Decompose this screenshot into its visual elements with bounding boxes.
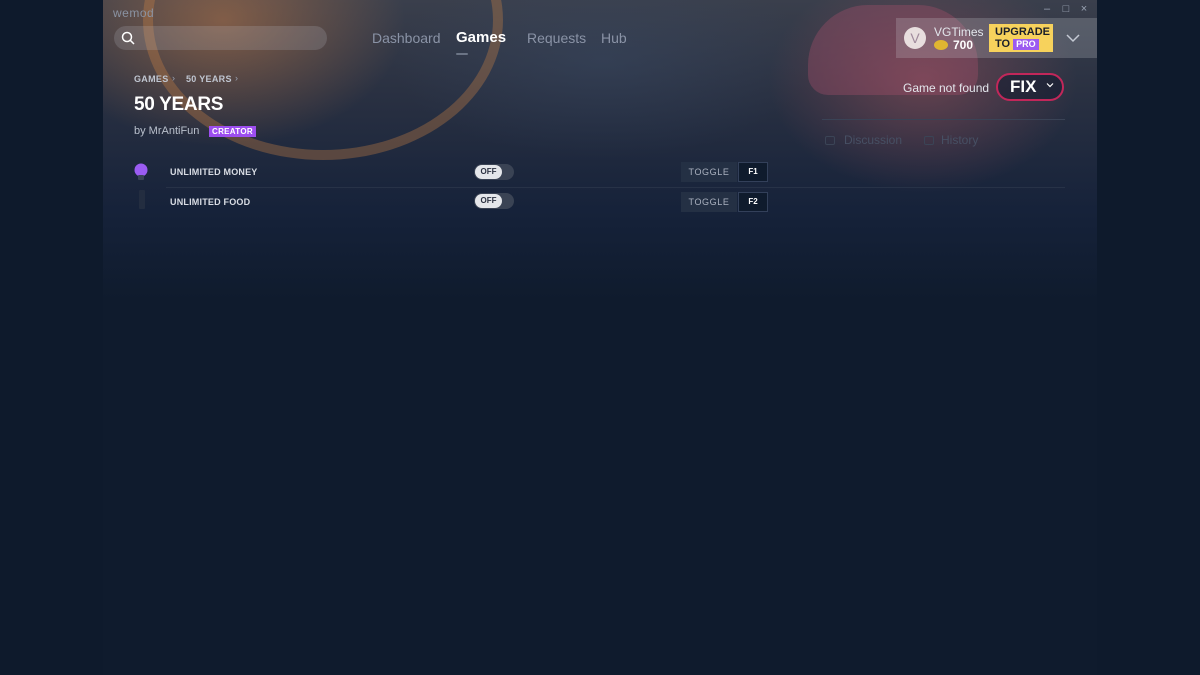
chevron-down-icon[interactable] bbox=[1066, 31, 1080, 45]
tab-requests[interactable]: Requests bbox=[527, 30, 586, 46]
upgrade-pro-button[interactable]: UPGRADE TO PRO bbox=[989, 24, 1053, 52]
coin-balance: 700 bbox=[953, 38, 974, 52]
cheat-name: UNLIMITED MONEY bbox=[170, 167, 258, 177]
cheat-category-icon bbox=[139, 190, 145, 209]
page-title: 50 YEARS bbox=[134, 94, 224, 115]
breadcrumb-game[interactable]: 50 YEARS bbox=[186, 74, 232, 84]
tab-discussion[interactable]: Discussion bbox=[844, 133, 902, 147]
cheat-toggle-switch[interactable]: OFF bbox=[474, 164, 514, 180]
close-icon[interactable]: × bbox=[1077, 3, 1091, 15]
search-input[interactable] bbox=[114, 26, 327, 50]
history-icon bbox=[924, 136, 934, 145]
tab-games[interactable]: Games bbox=[456, 29, 506, 46]
cheat-toggle-switch[interactable]: OFF bbox=[474, 193, 514, 209]
cheat-name: UNLIMITED FOOD bbox=[170, 197, 251, 207]
minimize-icon[interactable]: – bbox=[1040, 3, 1054, 15]
lightbulb-icon bbox=[134, 163, 148, 180]
chat-icon bbox=[825, 136, 835, 145]
hotkey-action[interactable]: TOGGLE bbox=[681, 192, 737, 212]
fix-label: FIX bbox=[1010, 77, 1037, 96]
tab-dashboard[interactable]: Dashboard bbox=[372, 30, 441, 46]
username: VGTimes bbox=[934, 25, 984, 39]
active-tab-indicator bbox=[456, 53, 468, 55]
search-icon bbox=[121, 31, 135, 45]
pro-badge: PRO bbox=[1013, 39, 1039, 50]
upgrade-to-label: TO bbox=[995, 38, 1011, 50]
creator-name[interactable]: by MrAntiFun bbox=[134, 125, 199, 137]
outer-background-right bbox=[1097, 0, 1200, 675]
user-menu[interactable]: V VGTimes 700 UPGRADE TO PRO bbox=[896, 18, 1097, 58]
tab-history[interactable]: History bbox=[941, 133, 978, 147]
row-divider bbox=[166, 187, 1065, 188]
app-logo: wemod bbox=[113, 6, 155, 20]
fix-button[interactable]: FIX bbox=[996, 73, 1064, 101]
app-window: wemod – □ × Dashboard Games Requests Hub… bbox=[103, 0, 1097, 675]
hotkey-action[interactable]: TOGGLE bbox=[681, 162, 737, 182]
breadcrumb-separator-icon: › bbox=[235, 73, 238, 83]
upgrade-label: UPGRADE bbox=[995, 26, 1051, 38]
breadcrumb-games[interactable]: GAMES bbox=[134, 74, 169, 84]
toggle-state: OFF bbox=[475, 165, 502, 179]
chevron-down-icon bbox=[1046, 83, 1054, 88]
hotkey-key[interactable]: F1 bbox=[738, 162, 768, 182]
breadcrumb-separator-icon: › bbox=[172, 73, 175, 83]
tab-hub[interactable]: Hub bbox=[601, 30, 627, 46]
toggle-state: OFF bbox=[475, 194, 502, 208]
side-panel-divider bbox=[822, 119, 1065, 120]
avatar[interactable]: V bbox=[904, 27, 926, 49]
outer-background-left bbox=[0, 0, 103, 675]
hotkey-key[interactable]: F2 bbox=[738, 192, 768, 212]
creator-badge: CREATOR bbox=[209, 126, 256, 137]
coin-icon bbox=[934, 40, 948, 50]
maximize-icon[interactable]: □ bbox=[1059, 3, 1073, 15]
status-message: Game not found bbox=[903, 81, 990, 95]
